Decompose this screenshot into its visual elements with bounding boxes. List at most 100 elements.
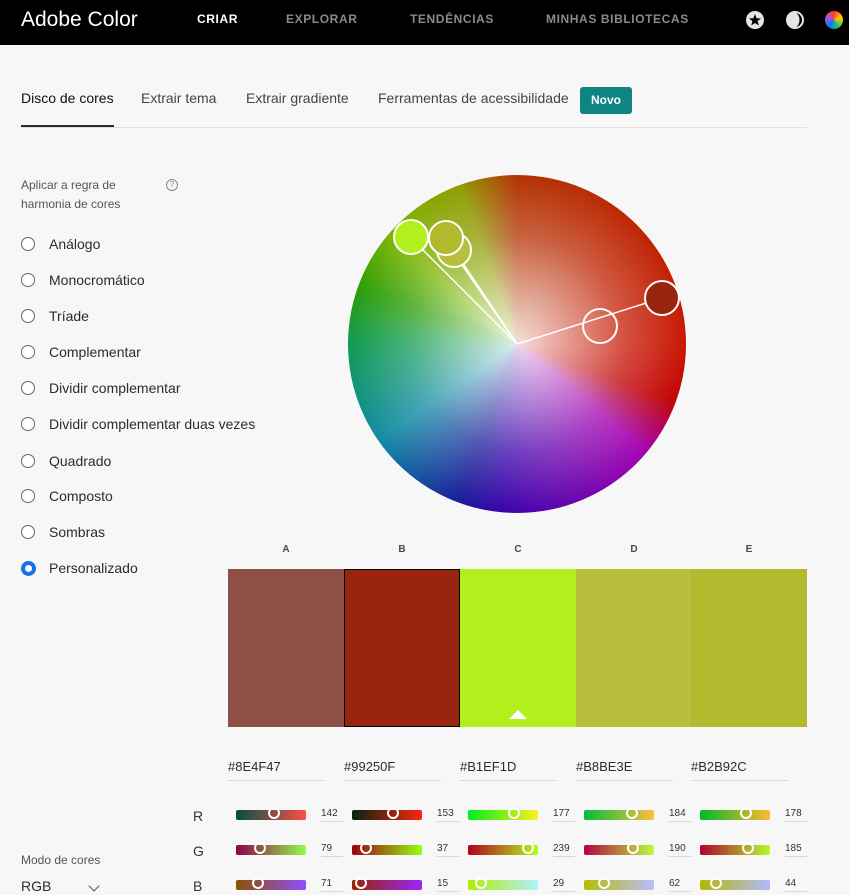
tab-ferramentas-acessibilidade[interactable]: Ferramentas de acessibilidade	[378, 90, 569, 106]
hex-field-a[interactable]: #8E4F47	[228, 759, 325, 781]
rule-label: Quadrado	[49, 453, 112, 469]
nav-minhas-bibliotecas[interactable]: MINHAS BIBLIOTECAS	[546, 12, 689, 26]
rule-label: Monocromático	[49, 272, 145, 288]
value-g-b[interactable]: 37	[437, 843, 459, 857]
value-g-d[interactable]: 190	[669, 843, 691, 857]
value-g-a[interactable]: 79	[321, 843, 343, 857]
color-mode-select[interactable]: RGB	[21, 878, 51, 894]
nav-criar[interactable]: CRIAR	[197, 12, 238, 26]
hex-field-e[interactable]: #B2B92C	[691, 759, 788, 781]
radio-icon[interactable]	[21, 454, 35, 468]
value-r-e[interactable]: 178	[785, 808, 807, 822]
rule-label: Tríade	[49, 308, 89, 324]
slider-knob[interactable]	[742, 842, 755, 854]
slider-r-c[interactable]	[468, 807, 538, 820]
value-r-a[interactable]: 142	[321, 808, 343, 822]
rule-label: Dividir complementar	[49, 380, 181, 396]
rule-label: Dividir complementar duas vezes	[49, 416, 256, 432]
slider-knob[interactable]	[710, 877, 722, 889]
help-icon[interactable]: ?	[166, 179, 178, 191]
value-r-b[interactable]: 153	[437, 808, 459, 822]
wheel-handle-c[interactable]	[393, 219, 429, 255]
rule-label: Complementar	[49, 344, 141, 360]
value-b-e[interactable]: 44	[785, 878, 807, 892]
radio-icon[interactable]	[21, 417, 35, 431]
slider-knob[interactable]	[360, 842, 373, 854]
tab-disco-de-cores[interactable]: Disco de cores	[21, 90, 114, 106]
wheel-handle-e[interactable]	[428, 220, 464, 256]
hex-field-c[interactable]: #B1EF1D	[460, 759, 557, 781]
value-r-d[interactable]: 184	[669, 808, 691, 822]
slider-b-e[interactable]	[700, 877, 770, 890]
value-b-d[interactable]: 62	[669, 878, 691, 892]
wheel-handle-a[interactable]	[582, 308, 618, 344]
wheel-handle-b[interactable]	[644, 280, 680, 316]
swatch-b[interactable]	[344, 569, 460, 727]
color-wheel-icon[interactable]	[825, 11, 843, 29]
nav-explorar[interactable]: EXPLORAR	[286, 12, 357, 26]
slider-knob[interactable]	[625, 807, 638, 819]
hex-field-b[interactable]: #99250F	[344, 759, 441, 781]
color-wheel-handles	[393, 219, 680, 345]
radio-icon[interactable]	[21, 489, 35, 503]
nav-tendencias[interactable]: TENDÊNCIAS	[410, 12, 494, 26]
slider-g-c[interactable]	[468, 842, 538, 855]
slider-b-c[interactable]	[468, 877, 538, 890]
star-icon[interactable]	[746, 11, 764, 29]
swatch-label-a: A	[282, 544, 290, 555]
swatch-label-b: B	[398, 544, 406, 555]
slider-knob[interactable]	[252, 877, 265, 889]
slider-r-e[interactable]	[700, 807, 770, 820]
slider-r-d[interactable]	[584, 807, 654, 820]
slider-g-a[interactable]	[236, 842, 306, 855]
value-b-b[interactable]: 15	[437, 878, 459, 892]
slider-g-b[interactable]	[352, 842, 422, 855]
radio-icon[interactable]	[21, 525, 35, 539]
slider-g-d[interactable]	[584, 842, 654, 855]
selected-swatch-caret	[509, 710, 527, 719]
radio-icon[interactable]	[21, 273, 35, 287]
slider-knob[interactable]	[508, 807, 521, 819]
slider-r-a[interactable]	[236, 807, 306, 820]
slider-b-b[interactable]	[352, 877, 422, 890]
chevron-down-icon[interactable]	[88, 880, 100, 892]
brand-logo[interactable]: Adobe Color	[21, 8, 138, 32]
radio-icon[interactable]	[21, 237, 35, 251]
rule-label: Personalizado	[49, 560, 138, 576]
slider-knob[interactable]	[386, 807, 399, 819]
hex-field-d[interactable]: #B8BE3E	[576, 759, 673, 781]
radio-icon[interactable]	[21, 309, 35, 323]
swatch-label-c: C	[514, 544, 522, 555]
tab-extrair-gradiente[interactable]: Extrair gradiente	[246, 90, 349, 106]
value-g-e[interactable]: 185	[785, 843, 807, 857]
swatch-d[interactable]	[576, 569, 691, 727]
slider-b-d[interactable]	[584, 877, 654, 890]
value-r-c[interactable]: 177	[553, 808, 575, 822]
value-b-c[interactable]: 29	[553, 878, 575, 892]
color-mode-label: Modo de cores	[21, 853, 101, 867]
swatch-label-e: E	[745, 544, 753, 555]
radio-checked-icon[interactable]	[21, 561, 36, 576]
slider-knob[interactable]	[740, 807, 753, 819]
slider-knob[interactable]	[268, 807, 281, 819]
slider-knob[interactable]	[474, 877, 487, 889]
slider-knob[interactable]	[598, 877, 611, 889]
slider-b-a[interactable]	[236, 877, 306, 890]
swatch-a[interactable]	[228, 569, 344, 727]
radio-icon[interactable]	[21, 345, 35, 359]
moon-icon[interactable]	[786, 11, 804, 29]
value-b-a[interactable]: 71	[321, 878, 343, 892]
radio-icon[interactable]	[21, 381, 35, 395]
slider-knob[interactable]	[355, 877, 368, 889]
swatch-e[interactable]	[691, 569, 807, 727]
tab-extrair-tema[interactable]: Extrair tema	[141, 90, 216, 106]
swatch-label-d: D	[630, 544, 638, 555]
value-g-c[interactable]: 239	[553, 843, 575, 857]
slider-knob[interactable]	[627, 842, 640, 854]
tabs-divider	[21, 127, 807, 128]
slider-knob[interactable]	[253, 842, 266, 854]
swatch-c[interactable]	[460, 569, 576, 727]
slider-g-e[interactable]	[700, 842, 770, 855]
slider-r-b[interactable]	[352, 807, 422, 820]
slider-knob[interactable]	[522, 842, 535, 854]
